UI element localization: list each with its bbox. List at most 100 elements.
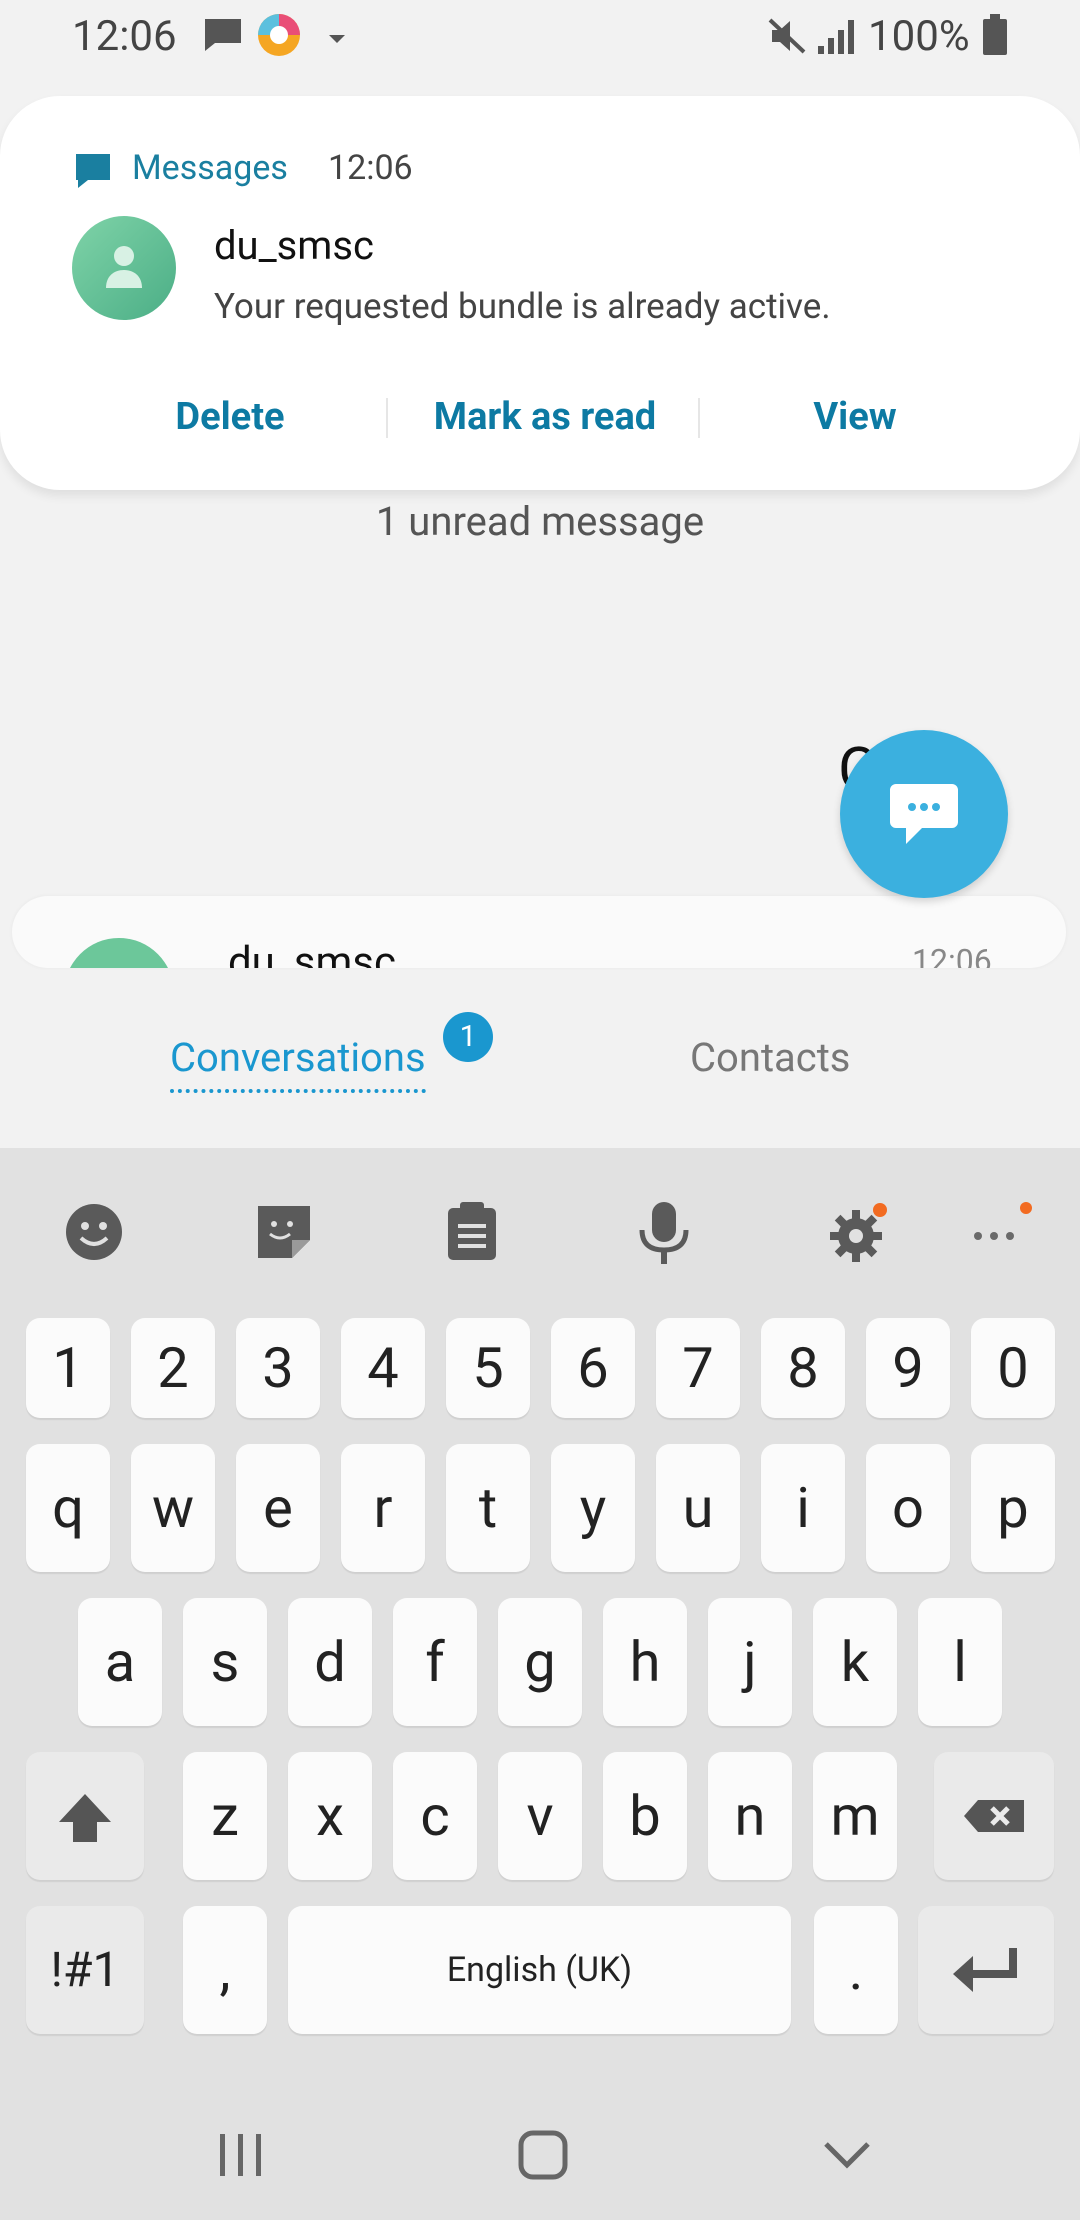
key-g-label: g [524,1629,556,1695]
space-key[interactable]: English (UK) [288,1906,791,2034]
key-8-label: 8 [787,1335,819,1401]
view-button[interactable]: View [760,372,950,462]
enter-key[interactable] [918,1906,1054,2034]
notification-time: 12:06 [328,148,413,188]
unread-message-label: 1 unread message [375,498,705,545]
sticker-icon[interactable] [254,1202,314,1266]
key-f[interactable]: f [393,1598,477,1726]
clipboard-icon[interactable] [446,1202,498,1266]
conversation-row[interactable]: du_smsc 12:06 [12,896,1066,968]
key-h[interactable]: h [603,1598,687,1726]
key-7-label: 7 [682,1335,714,1401]
notification-text: Your requested bundle is already active. [214,286,831,327]
key-8[interactable]: 8 [761,1318,845,1418]
key-s-label: s [210,1629,240,1695]
key-1[interactable]: 1 [26,1318,110,1418]
back-chevron-icon[interactable] [822,2130,872,2184]
key-h-label: h [629,1629,661,1695]
caret-down-icon [327,30,347,49]
key-k-label: k [840,1629,870,1695]
key-b[interactable]: b [603,1752,687,1880]
key-6[interactable]: 6 [551,1318,635,1418]
key-9[interactable]: 9 [866,1318,950,1418]
key-4-label: 4 [367,1335,399,1401]
settings-gear-icon[interactable] [826,1202,892,1270]
key-g[interactable]: g [498,1598,582,1726]
key-u-label: u [682,1475,714,1541]
sender-avatar [72,216,176,320]
more-icon[interactable] [970,1202,1040,1270]
keyboard-toolbar [0,1148,1080,1318]
recents-icon[interactable] [218,2130,266,2184]
avatar [64,938,174,968]
key-n-label: n [734,1783,766,1849]
key-i[interactable]: i [761,1444,845,1572]
key-o[interactable]: o [866,1444,950,1572]
compose-fab[interactable] [840,730,1008,898]
microphone-icon[interactable] [638,1202,690,1270]
app-icon [256,12,302,62]
key-e[interactable]: e [236,1444,320,1572]
key-x[interactable]: x [288,1752,372,1880]
key-i-label: i [796,1475,810,1541]
key-2[interactable]: 2 [131,1318,215,1418]
shift-arrow-icon [59,1794,111,1842]
key-u[interactable]: u [656,1444,740,1572]
keyboard: 1 2 3 4 5 6 7 8 9 0 q w e r t y u i o p a s d f g h j k l z x c v b n m !#1,… [0,1148,1080,2220]
key-l-label: l [953,1629,967,1695]
period-key[interactable]: . [814,1906,898,2034]
symbols-key[interactable]: !#1 [26,1906,144,2034]
key-z[interactable]: z [183,1752,267,1880]
key-q[interactable]: q [26,1444,110,1572]
key-1-label: 1 [52,1335,84,1401]
key-z-label: z [211,1783,239,1849]
key-w[interactable]: w [131,1444,215,1572]
key-2-label: 2 [157,1335,189,1401]
emoji-icon[interactable] [64,1202,124,1266]
home-icon[interactable] [518,2130,568,2184]
key-9-label: 9 [892,1335,924,1401]
key-4[interactable]: 4 [341,1318,425,1418]
key-q-label: q [52,1475,84,1541]
key-s[interactable]: s [183,1598,267,1726]
key-3-label: 3 [262,1335,294,1401]
navigation-bar [0,2100,1080,2220]
shift-key[interactable] [26,1752,144,1880]
key-0[interactable]: 0 [971,1318,1055,1418]
key-6-label: 6 [577,1335,609,1401]
key-y[interactable]: y [551,1444,635,1572]
key-c[interactable]: c [393,1752,477,1880]
messages-app-icon [74,152,112,194]
comma-key[interactable]: , [183,1906,267,2034]
key-3[interactable]: 3 [236,1318,320,1418]
status-time: 12:06 [72,12,177,61]
key-b-label: b [629,1783,661,1849]
conversation-name: du_smsc [228,938,396,968]
mark-as-read-button[interactable]: Mark as read [400,372,690,462]
key-n[interactable]: n [708,1752,792,1880]
key-v[interactable]: v [498,1752,582,1880]
key-l[interactable]: l [918,1598,1002,1726]
symbols-key-label: !#1 [50,1941,120,1998]
key-m[interactable]: m [813,1752,897,1880]
backspace-icon [964,1800,1024,1832]
key-5[interactable]: 5 [446,1318,530,1418]
key-d[interactable]: d [288,1598,372,1726]
backspace-key[interactable] [934,1752,1054,1880]
tab-contacts[interactable]: Contacts [690,1034,850,1081]
key-p[interactable]: p [971,1444,1055,1572]
space-key-label: English (UK) [446,1950,633,1990]
conversation-time: 12:06 [912,942,992,968]
key-t[interactable]: t [446,1444,530,1572]
tab-conversations[interactable]: Conversations [170,1034,426,1093]
key-7[interactable]: 7 [656,1318,740,1418]
signal-icon [816,16,860,60]
key-r[interactable]: r [341,1444,425,1572]
notification-card[interactable]: Messages 12:06 du_smsc Your requested bu… [0,96,1080,490]
delete-button[interactable]: Delete [120,372,340,462]
tab-bar: Conversations 1 Contacts [0,970,1080,1148]
enter-icon [953,1948,1017,1992]
key-j[interactable]: j [708,1598,792,1726]
key-k[interactable]: k [813,1598,897,1726]
key-a[interactable]: a [78,1598,162,1726]
